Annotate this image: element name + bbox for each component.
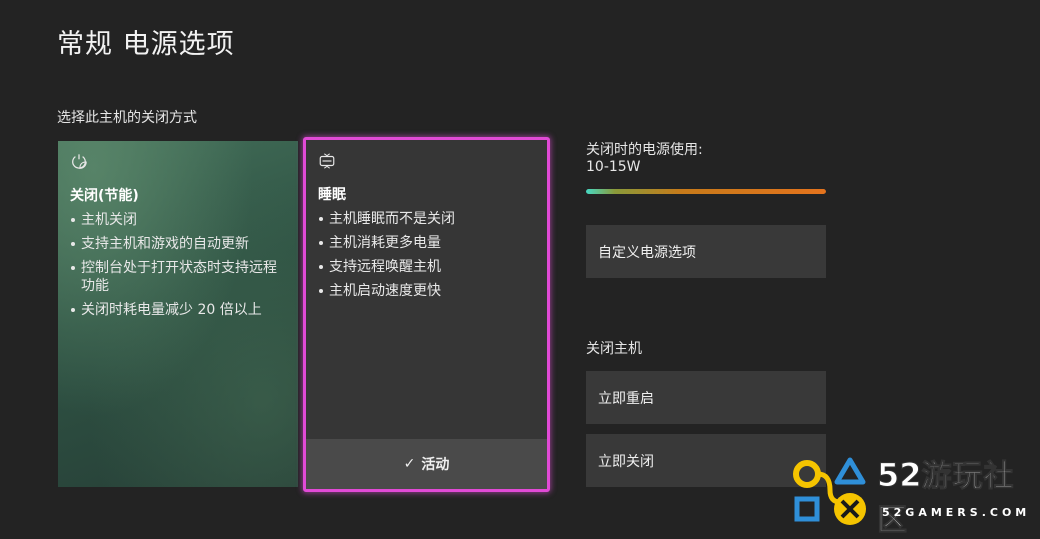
- list-item: 支持远程唤醒主机: [318, 258, 535, 276]
- restart-now-button[interactable]: 立即重启: [586, 371, 826, 424]
- active-status-bar: ✓ 活动: [306, 439, 547, 489]
- custom-power-options-button[interactable]: 自定义电源选项: [586, 225, 826, 278]
- power-usage-bar-fill: [586, 189, 826, 194]
- option-title: 睡眠: [318, 187, 346, 203]
- watermark-number: 52: [877, 456, 923, 495]
- list-item: 关闭时耗电量减少 20 倍以上: [70, 301, 286, 319]
- list-item: 支持主机和游戏的自动更新: [70, 235, 286, 253]
- option-features: 主机睡眠而不是关闭 主机消耗更多电量 支持远程唤醒主机 主机启动速度更快: [318, 210, 535, 300]
- option-card-shutdown[interactable]: 关闭(节能) 主机关闭 支持主机和游戏的自动更新 控制台处于打开状态时支持远程功…: [58, 141, 298, 487]
- console-sleep-icon: [319, 153, 335, 169]
- button-label: 立即关闭: [598, 453, 654, 470]
- gamepad-buttons-icon: [793, 457, 866, 525]
- list-item: 主机睡眠而不是关闭: [318, 210, 535, 228]
- list-item: 主机消耗更多电量: [318, 234, 535, 252]
- power-leaf-icon: [72, 154, 87, 169]
- option-prompt: 选择此主机的关闭方式: [57, 110, 197, 126]
- active-label: 活动: [421, 457, 450, 473]
- button-label: 立即重启: [598, 390, 654, 407]
- option-card-sleep[interactable]: 睡眠 主机睡眠而不是关闭 主机消耗更多电量 支持远程唤醒主机 主机启动速度更快 …: [303, 137, 550, 492]
- watermark-url: 52GAMERS.COM: [882, 506, 1031, 519]
- watermark-title: 52游玩社区: [877, 451, 1040, 539]
- option-title: 关闭(节能): [70, 188, 139, 204]
- list-item: 主机启动速度更快: [318, 282, 535, 300]
- power-usage-label: 关闭时的电源使用:: [586, 142, 703, 158]
- shutdown-section-heading: 关闭主机: [586, 341, 642, 357]
- power-usage-bar: [586, 189, 826, 194]
- power-usage-value: 10-15W: [586, 159, 641, 175]
- button-label: 自定义电源选项: [598, 244, 696, 261]
- checkmark-icon: ✓: [403, 456, 416, 472]
- watermark-logo: 52游玩社区 52GAMERS.COM: [790, 452, 1040, 539]
- list-item: 主机关闭: [70, 211, 286, 229]
- page-title: 常规 电源选项: [57, 29, 235, 60]
- list-item: 控制台处于打开状态时支持远程功能: [70, 259, 286, 295]
- option-features: 主机关闭 支持主机和游戏的自动更新 控制台处于打开状态时支持远程功能 关闭时耗电…: [70, 211, 286, 319]
